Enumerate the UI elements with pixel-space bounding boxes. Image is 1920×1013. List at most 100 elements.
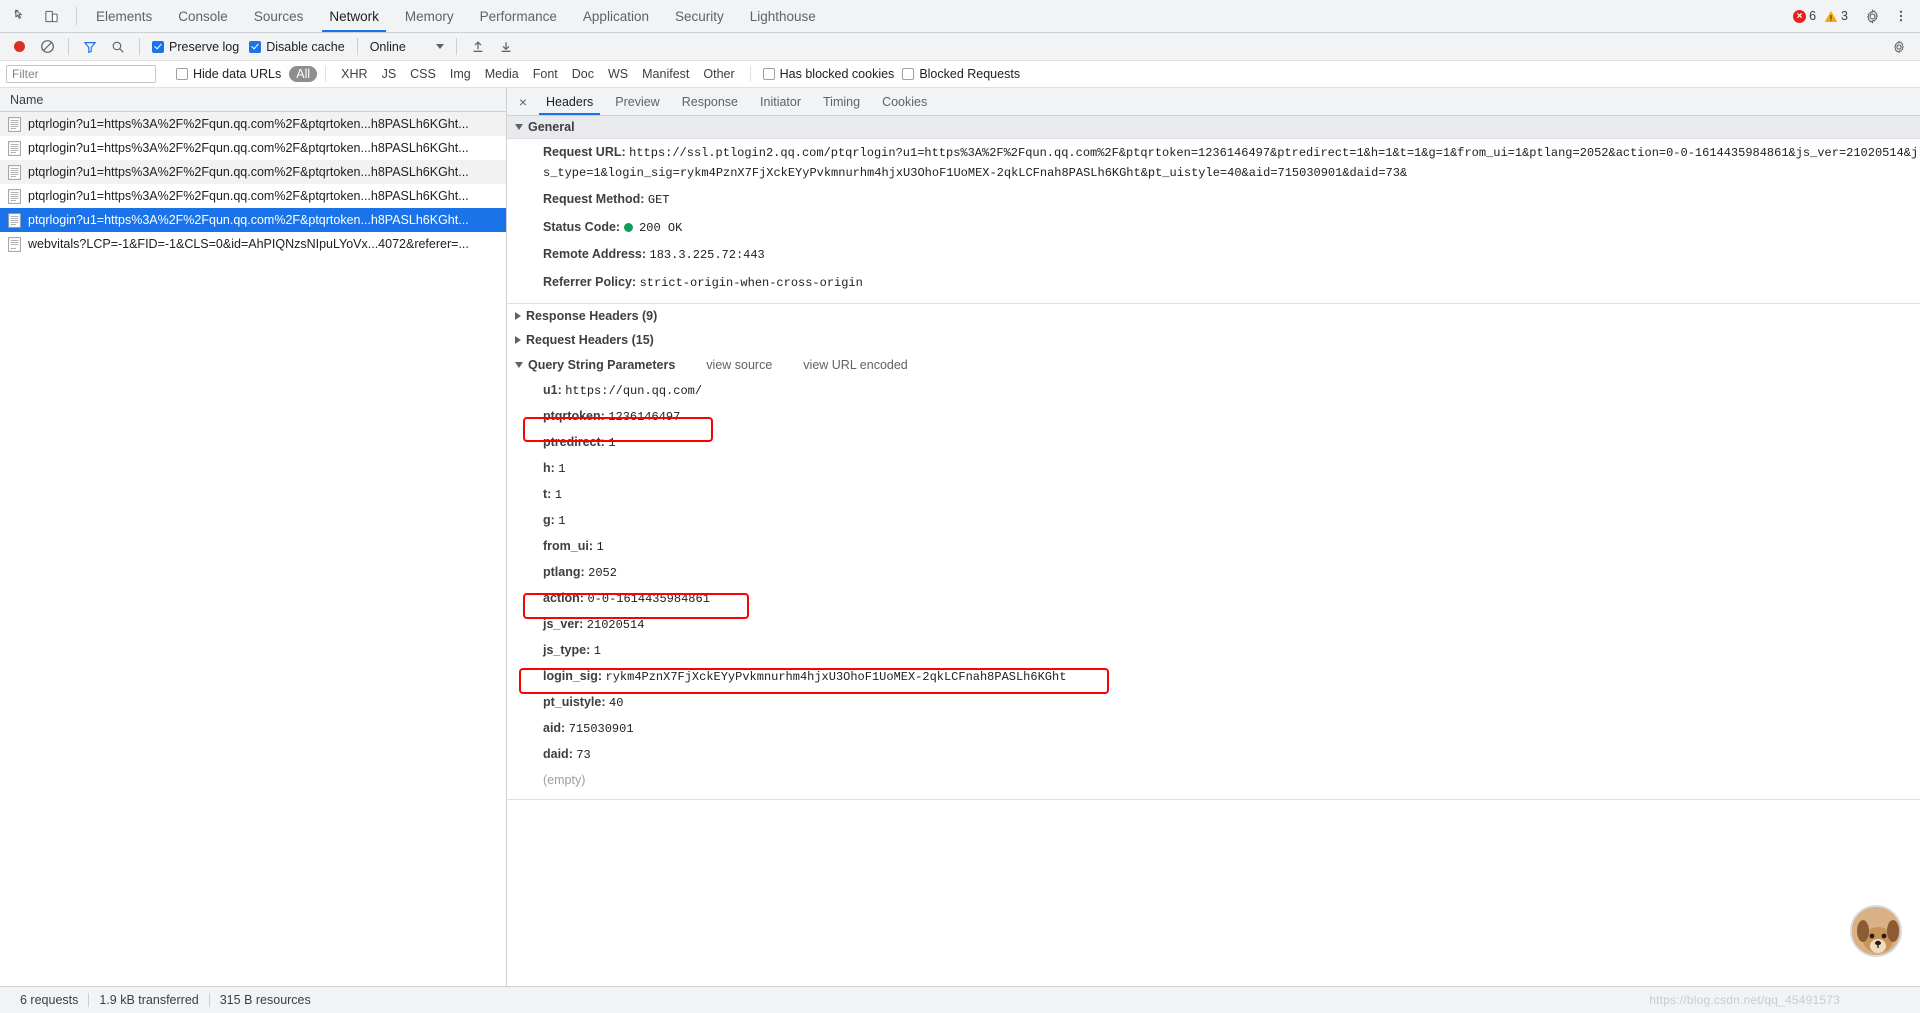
close-details-icon[interactable]: × [511, 88, 535, 115]
device-toolbar-icon[interactable] [38, 3, 64, 29]
detail-tab-timing[interactable]: Timing [812, 88, 871, 115]
detail-tab-preview[interactable]: Preview [604, 88, 670, 115]
filter-type-css[interactable]: CSS [403, 66, 443, 82]
request-row-2[interactable]: ptqrlogin?u1=https%3A%2F%2Fqun.qq.com%2F… [0, 136, 506, 160]
kebab-menu-icon [1899, 10, 1903, 22]
status-code-row: Status Code: 200 OK [507, 214, 1920, 242]
general-section-header[interactable]: General [507, 116, 1920, 139]
tab-performance[interactable]: Performance [467, 0, 570, 32]
document-icon [8, 140, 21, 156]
view-source-link[interactable]: view source [706, 358, 772, 372]
avatar[interactable] [1850, 905, 1902, 957]
filter-type-all[interactable]: All [289, 66, 318, 82]
warning-icon [1824, 10, 1838, 23]
throttling-dropdown[interactable]: Online [366, 40, 448, 54]
checkbox-box [902, 68, 915, 80]
more-options-icon[interactable] [1888, 3, 1914, 29]
param-value: 1 [554, 488, 563, 503]
request-list[interactable]: ptqrlogin?u1=https%3A%2F%2Fqun.qq.com%2F… [0, 112, 506, 986]
checkbox-box [176, 68, 188, 80]
gear-icon [1894, 40, 1904, 53]
param-aid: aid: 715030901 [507, 716, 1920, 742]
record-button[interactable] [6, 34, 32, 60]
section-divider-bottom [507, 799, 1920, 801]
filter-type-ws[interactable]: WS [601, 66, 635, 82]
filter-type-js[interactable]: JS [375, 66, 404, 82]
request-url-label: Request URL: [543, 145, 626, 159]
tab-application[interactable]: Application [570, 0, 662, 32]
detail-tab-response[interactable]: Response [671, 88, 749, 115]
throttling-value: Online [369, 39, 406, 54]
warning-badge: 3 [1824, 9, 1848, 23]
filter-type-other[interactable]: Other [696, 66, 741, 82]
query-string-section-header[interactable]: Query String Parameters view source view… [507, 352, 1920, 378]
response-headers-title: Response Headers (9) [526, 308, 658, 323]
tab-label: Security [674, 8, 724, 24]
inspect-element-icon[interactable] [8, 3, 34, 29]
disable-cache-checkbox[interactable]: Disable cache [245, 40, 349, 54]
request-row-5-selected[interactable]: ptqrlogin?u1=https%3A%2F%2Fqun.qq.com%2F… [0, 208, 506, 232]
response-headers-section[interactable]: Response Headers (9) [507, 303, 1920, 328]
filter-type-xhr[interactable]: XHR [334, 66, 374, 82]
filter-type-font[interactable]: Font [526, 66, 565, 82]
request-row-1[interactable]: ptqrlogin?u1=https%3A%2F%2Fqun.qq.com%2F… [0, 112, 506, 136]
tab-label: Timing [823, 94, 861, 109]
tab-network[interactable]: Network [316, 0, 392, 32]
tab-security[interactable]: Security [662, 0, 737, 32]
tab-label: Headers [546, 94, 594, 109]
error-count: 6 [1809, 9, 1817, 23]
search-button[interactable] [105, 34, 131, 60]
export-har-button[interactable] [493, 34, 519, 60]
tab-label: Performance [479, 8, 557, 24]
filter-type-media[interactable]: Media [478, 66, 526, 82]
filter-type-manifest[interactable]: Manifest [635, 66, 696, 82]
detail-tab-initiator[interactable]: Initiator [749, 88, 812, 115]
has-blocked-cookies-checkbox[interactable]: Has blocked cookies [759, 67, 899, 81]
param-login-sig: login_sig: rykm4PznX7FjXckEYyPvkmnurhm4h… [507, 664, 1920, 690]
preserve-log-checkbox[interactable]: Preserve log [148, 40, 243, 54]
devtools-tool-icons [0, 0, 70, 32]
network-status-bar: 6 requests 1.9 kB transferred 315 B reso… [0, 986, 1920, 1013]
param-value: 40 [609, 696, 624, 711]
tab-label: Lighthouse [749, 8, 816, 24]
request-row-3[interactable]: ptqrlogin?u1=https%3A%2F%2Fqun.qq.com%2F… [0, 160, 506, 184]
hide-data-urls-checkbox[interactable]: Hide data URLs [172, 67, 285, 81]
triangle-collapsed-icon [515, 311, 521, 320]
import-har-button[interactable] [465, 34, 491, 60]
tab-console[interactable]: Console [165, 0, 241, 32]
request-row-4[interactable]: ptqrlogin?u1=https%3A%2F%2Fqun.qq.com%2F… [0, 184, 506, 208]
download-arrow-icon [501, 41, 511, 52]
issues-counter[interactable]: × 6 3 [1785, 5, 1856, 27]
param-key: from_ui: [543, 539, 593, 554]
filter-type-img[interactable]: Img [443, 66, 478, 82]
tab-lighthouse[interactable]: Lighthouse [737, 0, 829, 32]
settings-gear-icon[interactable] [1859, 3, 1885, 29]
param-value: 0-0-1614435984861 [587, 592, 710, 607]
param-value: https://qun.qq.com/ [565, 384, 703, 399]
tab-label: Application [582, 8, 649, 24]
filter-input[interactable] [6, 65, 156, 83]
blocked-requests-checkbox[interactable]: Blocked Requests [898, 67, 1024, 81]
filter-divider [749, 66, 751, 82]
filter-toggle-button[interactable] [77, 34, 103, 60]
detail-tab-cookies[interactable]: Cookies [871, 88, 938, 115]
detail-tab-headers[interactable]: Headers [535, 88, 604, 115]
network-settings-gear-icon[interactable] [1886, 34, 1912, 60]
view-url-encoded-link[interactable]: view URL encoded [803, 358, 907, 372]
query-string-title: Query String Parameters [528, 357, 676, 372]
filter-type-doc[interactable]: Doc [565, 66, 601, 82]
param-u1: u1: https://qun.qq.com/ [507, 378, 1920, 404]
clear-button[interactable] [34, 34, 60, 60]
general-section-title: General [528, 120, 575, 134]
param-key: js_type: [543, 643, 591, 658]
param-t: t: 1 [507, 482, 1920, 508]
checkbox-box [152, 40, 164, 53]
request-row-6[interactable]: webvitals?LCP=-1&FID=-1&CLS=0&id=AhPIQNz… [0, 232, 506, 256]
tab-sources[interactable]: Sources [241, 0, 317, 32]
request-headers-section[interactable]: Request Headers (15) [507, 327, 1920, 352]
param-pt-uistyle: pt_uistyle: 40 [507, 690, 1920, 716]
request-name: ptqrlogin?u1=https%3A%2F%2Fqun.qq.com%2F… [28, 213, 469, 227]
tab-elements[interactable]: Elements [83, 0, 165, 32]
param-key: t: [543, 487, 552, 502]
tab-memory[interactable]: Memory [392, 0, 467, 32]
